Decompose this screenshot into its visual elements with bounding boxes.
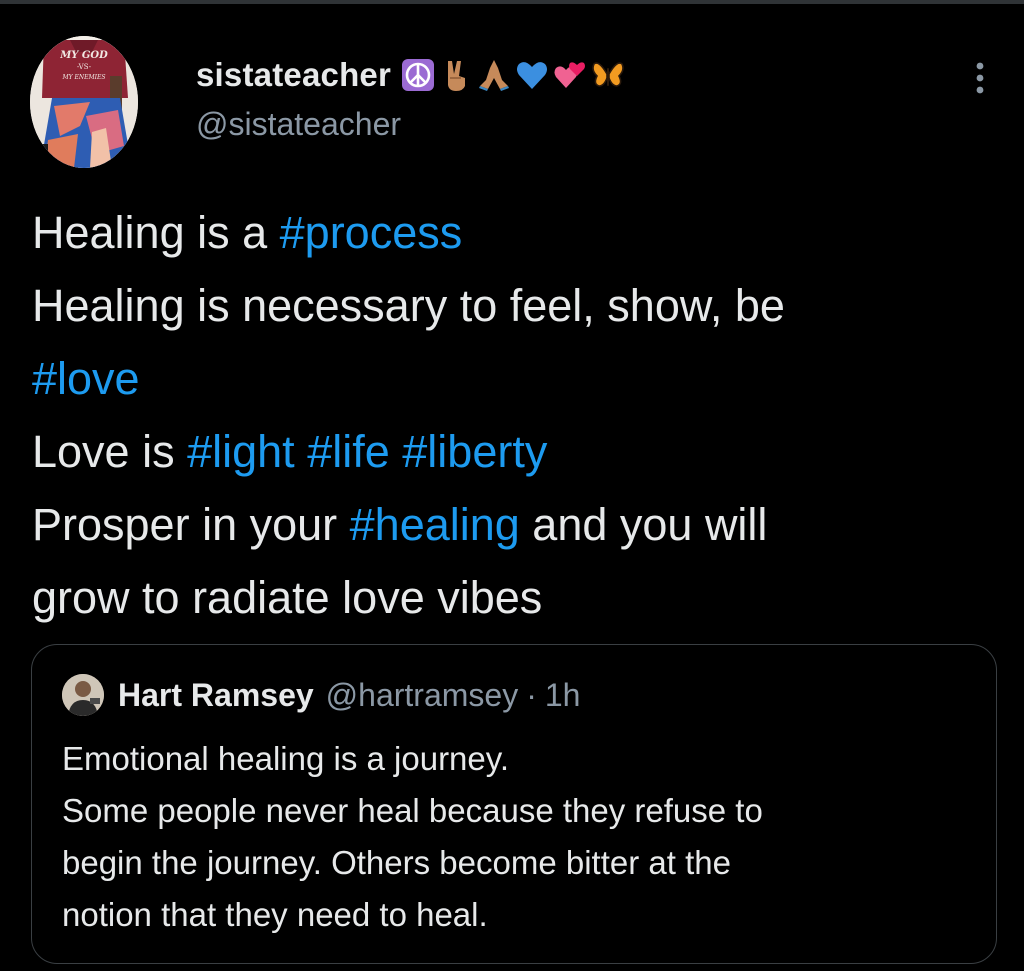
shirt-text-line-2: -VS- — [77, 63, 92, 71]
tweet-text-line: Love is #light #life #liberty — [32, 415, 1002, 488]
tweet-text-line: #love — [32, 342, 1002, 415]
shirt-text-line-3: MY ENEMIES — [61, 74, 105, 81]
tweet-text-segment: Prosper in your — [32, 499, 350, 550]
quoted-author-avatar — [62, 674, 104, 716]
quoted-tweet-text-line: begin the journey. Others become bitter … — [62, 844, 731, 881]
tweet: MY GOD -VS- MY ENEMIES sistateacher @sis… — [0, 0, 1024, 971]
quoted-author-handle: @hartramsey — [325, 676, 519, 713]
quoted-tweet-text-line: Some people never heal because they refu… — [62, 792, 763, 829]
hashtag-link[interactable]: #love — [32, 353, 140, 404]
quoted-tweet-text-line: Emotional healing is a journey. — [62, 740, 509, 777]
victory-hand-icon — [439, 58, 473, 92]
tweet-text-segment: Love is — [32, 426, 188, 477]
shirt-text-line-1: MY GOD — [59, 50, 108, 61]
butterfly-icon — [591, 58, 625, 92]
quoted-tweet-text: Emotional healing is a journey. Some peop… — [62, 733, 972, 941]
author-handle[interactable]: @sistateacher — [196, 106, 625, 143]
tweet-text-line: Prosper in your #healing and you will — [32, 488, 1002, 561]
more-options-button[interactable] — [960, 58, 1000, 98]
tweet-text: Healing is a #process Healing is necessar… — [32, 196, 1002, 634]
author-display-name[interactable]: sistateacher — [196, 56, 391, 94]
hashtag-link[interactable]: #healing — [350, 499, 520, 550]
quoted-timestamp[interactable]: 1h — [545, 677, 581, 714]
author-info: sistateacher @sistateacher — [196, 52, 625, 143]
tweet-text-segment: grow to radiate love vibes — [32, 572, 543, 623]
quoted-separator: · — [526, 676, 537, 713]
quoted-author-name[interactable]: Hart Ramsey — [118, 677, 314, 714]
hashtag-link[interactable]: #process — [280, 207, 463, 258]
peace-symbol-icon — [401, 58, 435, 92]
tweet-text-segment — [295, 426, 308, 477]
tweet-text-segment: Healing is a — [32, 207, 280, 258]
quoted-tweet-header: Hart Ramsey @hartramsey · 1h — [62, 673, 580, 717]
tweet-text-segment: Healing is necessary to feel, show, be — [32, 280, 785, 331]
hashtag-link[interactable]: #light — [187, 426, 295, 477]
tweet-text-segment — [390, 426, 403, 477]
author-name-row: sistateacher — [196, 52, 625, 98]
tweet-text-line: Healing is necessary to feel, show, be — [32, 269, 1002, 342]
tweet-text-segment: and you will — [519, 499, 768, 550]
name-emojis — [401, 58, 625, 92]
tweet-text-line: grow to radiate love vibes — [32, 561, 1002, 634]
tweet-text-line: Healing is a #process — [32, 196, 1002, 269]
author-avatar-image: MY GOD -VS- MY ENEMIES — [30, 36, 138, 168]
blue-heart-icon — [515, 58, 549, 92]
quoted-tweet-text-line: notion that they need to heal. — [62, 896, 488, 933]
hashtag-link[interactable]: #life — [307, 426, 390, 477]
hashtag-link[interactable]: #liberty — [402, 426, 547, 477]
two-hearts-icon — [553, 58, 587, 92]
folded-hands-icon — [477, 58, 511, 92]
author-avatar[interactable]: MY GOD -VS- MY ENEMIES — [30, 36, 138, 168]
more-vertical-icon — [976, 62, 984, 94]
quoted-tweet-card[interactable]: Hart Ramsey @hartramsey · 1h Emotional h… — [31, 644, 997, 964]
